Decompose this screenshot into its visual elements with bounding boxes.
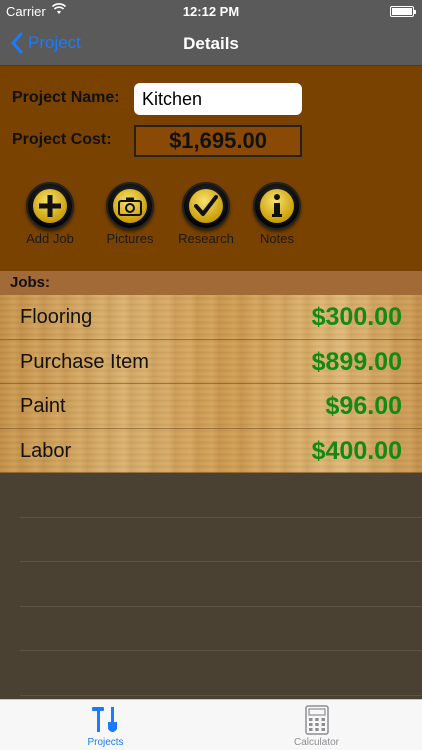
research-button[interactable]: Research [171,182,241,246]
job-row-paint[interactable]: Paint $96.00 [0,384,422,429]
notes-button[interactable]: Notes [242,182,312,246]
row-separator [20,561,422,562]
row-separator [20,606,422,607]
status-bar: Carrier 12:12 PM [0,0,422,22]
job-name: Paint [20,395,66,417]
row-separator [20,650,422,651]
add-job-label: Add Job [26,231,74,246]
research-label: Research [178,231,234,246]
tab-calculator-label: Calculator [293,737,340,748]
info-icon [272,194,282,217]
tab-calculator[interactable]: Calculator [211,700,422,750]
add-job-button[interactable]: Add Job [15,182,85,246]
job-amount: $400.00 [311,436,402,465]
tab-projects[interactable]: Projects [0,700,211,750]
tools-icon [91,707,117,732]
job-row-labor[interactable]: Labor $400.00 [0,429,422,473]
project-cost-value: $1,695.00 [134,125,302,157]
job-row-purchase-item[interactable]: Purchase Item $899.00 [0,340,422,384]
job-amount: $899.00 [311,347,402,376]
project-cost-label: Project Cost: [12,131,112,148]
job-name: Flooring [20,306,93,328]
job-amount: $96.00 [325,392,402,420]
job-name: Labor [20,439,72,462]
pictures-button[interactable]: Pictures [95,182,165,246]
project-header-panel: Project Name: Project Cost: $1,695.00 Ad… [0,66,422,271]
checkmark-icon [194,195,218,216]
tab-bar: Projects Calculator [0,699,422,750]
job-name: Purchase Item [20,350,149,373]
empty-table-area [0,473,422,699]
notes-label: Notes [260,231,294,246]
jobs-section-header: Jobs: [0,271,422,295]
tab-projects-label: Projects [87,737,124,748]
camera-icon [118,197,142,216]
row-separator [20,695,422,696]
project-name-input[interactable] [134,83,302,115]
jobs-list: Flooring $300.00 Purchase Item $899.00 P… [0,295,422,473]
status-time: 12:12 PM [182,4,240,19]
job-row-flooring[interactable]: Flooring $300.00 [0,295,422,340]
pictures-label: Pictures [106,231,154,246]
plus-icon [39,195,61,217]
page-title: Details [183,34,239,53]
project-name-label: Project Name: [12,89,120,106]
battery-icon [390,6,416,17]
navigation-bar: Project Details [0,22,422,66]
job-amount: $300.00 [311,303,402,331]
row-separator [20,517,422,518]
calculator-icon [304,705,329,735]
